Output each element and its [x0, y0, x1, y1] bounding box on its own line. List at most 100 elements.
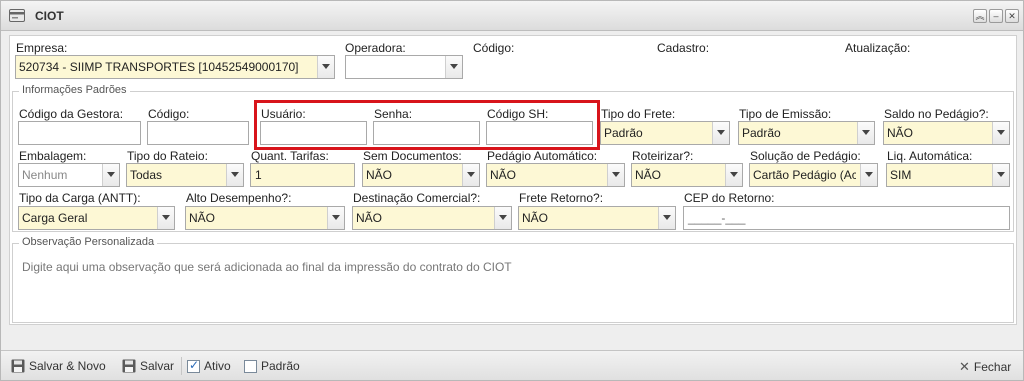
codigo-gestora-label: Código da Gestora: — [19, 107, 124, 121]
alto-desempenho-label: Alto Desempenho?: — [186, 191, 292, 205]
liq-automatica-label: Liq. Automática: — [887, 149, 973, 163]
quant-tarifas-value: 1 — [255, 168, 262, 182]
operadora-label: Operadora: — [345, 41, 406, 55]
tipo-frete-select[interactable]: Padrão — [600, 121, 730, 145]
solucao-pedagio-value: Cartão Pedágio (Ac — [753, 168, 856, 182]
tipo-emissao-value: Padrão — [742, 126, 781, 140]
sem-documentos-label: Sem Documentos: — [363, 149, 462, 163]
solucao-pedagio-label: Solução de Pedágio: — [750, 149, 861, 163]
tipo-carga-label: Tipo da Carga (ANTT): — [19, 191, 141, 205]
toolbar-divider — [181, 357, 182, 375]
roteirizar-select[interactable]: NÃO — [631, 163, 743, 187]
collapse-icon[interactable]: ︽ — [973, 9, 987, 23]
liq-automatica-select[interactable]: SIM — [886, 163, 1010, 187]
salvar-novo-label: Salvar & Novo — [29, 359, 106, 373]
cep-retorno-placeholder: _____-___ — [688, 211, 746, 225]
card-icon — [9, 9, 25, 22]
tipo-carga-value: Carga Geral — [22, 211, 88, 225]
floppy-disk-icon — [122, 359, 136, 373]
frete-retorno-value: NÃO — [522, 211, 549, 225]
quant-tarifas-label: Quant. Tarifas: — [251, 149, 329, 163]
chevron-down-icon[interactable] — [445, 56, 462, 78]
chevron-down-icon[interactable] — [857, 122, 874, 144]
cep-retorno-label: CEP do Retorno: — [684, 191, 775, 205]
solucao-pedagio-select[interactable]: Cartão Pedágio (Ac — [749, 163, 878, 187]
tipo-rateio-select[interactable]: Todas — [126, 163, 244, 187]
tipo-rateio-label: Tipo do Rateio: — [127, 149, 208, 163]
liq-automatica-value: SIM — [890, 168, 912, 182]
salvar-button[interactable]: Salvar — [122, 359, 174, 373]
roteirizar-label: Roteirizar?: — [632, 149, 694, 163]
chevron-down-icon[interactable] — [102, 164, 119, 186]
codigo-input[interactable] — [147, 121, 249, 145]
minimize-icon[interactable]: – — [989, 9, 1003, 23]
codigo-label: Código: — [148, 107, 190, 121]
empresa-select[interactable]: 520734 - SIIMP TRANSPORTES [104525490001… — [15, 55, 335, 79]
chevron-down-icon[interactable] — [157, 207, 174, 229]
chevron-down-icon[interactable] — [607, 164, 624, 186]
close-icon: ✕ — [959, 359, 970, 374]
chevron-down-icon[interactable] — [462, 164, 479, 186]
destinacao-comercial-select[interactable]: NÃO — [352, 206, 512, 230]
highlight-box — [254, 100, 600, 150]
ciot-window: CIOT ︽ – ✕ Empresa: 520734 - SIIMP TRANS… — [0, 0, 1024, 381]
destinacao-comercial-label: Destinação Comercial?: — [353, 191, 481, 205]
embalagem-value: Nenhum — [22, 168, 68, 182]
pedagio-automatico-value: NÃO — [490, 168, 517, 182]
atualizacao-label: Atualização: — [845, 41, 911, 55]
window-title: CIOT — [35, 9, 64, 23]
codigo-header-label: Código: — [473, 41, 515, 55]
saldo-pedagio-value: NÃO — [887, 126, 914, 140]
tipo-emissao-select[interactable]: Padrão — [738, 121, 875, 145]
destinacao-comercial-value: NÃO — [356, 211, 383, 225]
frete-retorno-select[interactable]: NÃO — [518, 206, 676, 230]
window-controls: ︽ – ✕ — [973, 9, 1019, 23]
ativo-label: Ativo — [204, 359, 231, 373]
salvar-novo-button[interactable]: Salvar & Novo — [11, 359, 106, 373]
tipo-rateio-value: Todas — [130, 168, 163, 182]
operadora-select[interactable] — [345, 55, 463, 79]
chevron-down-icon[interactable] — [992, 164, 1009, 186]
ativo-checkbox[interactable]: Ativo — [187, 358, 231, 373]
saldo-pedagio-select[interactable]: NÃO — [883, 121, 1010, 145]
tipo-carga-select[interactable]: Carga Geral — [18, 206, 175, 230]
pedagio-automatico-label: Pedágio Automático: — [487, 149, 598, 163]
codigo-gestora-input[interactable] — [18, 121, 141, 145]
embalagem-select[interactable]: Nenhum — [18, 163, 120, 187]
chevron-down-icon[interactable] — [860, 164, 877, 186]
observacao-textarea[interactable]: Digite aqui uma observação que será adic… — [22, 260, 512, 274]
chevron-down-icon[interactable] — [992, 122, 1009, 144]
quant-tarifas-input[interactable]: 1 — [250, 163, 355, 187]
bottom-toolbar: Salvar & Novo Salvar Ativo Padrão ✕ Fech… — [1, 350, 1023, 380]
chevron-down-icon[interactable] — [317, 56, 334, 78]
chevron-down-icon[interactable] — [725, 164, 742, 186]
form-content: Empresa: 520734 - SIIMP TRANSPORTES [104… — [9, 35, 1017, 325]
padrao-check-icon[interactable] — [244, 359, 257, 373]
close-icon[interactable]: ✕ — [1005, 9, 1019, 23]
chevron-down-icon[interactable] — [712, 122, 729, 144]
chevron-down-icon[interactable] — [658, 207, 675, 229]
empresa-value: 520734 - SIIMP TRANSPORTES [104525490001… — [19, 60, 299, 74]
chevron-down-icon[interactable] — [494, 207, 511, 229]
sem-documentos-value: NÃO — [366, 168, 393, 182]
ativo-check-icon[interactable] — [187, 358, 200, 373]
saldo-pedagio-label: Saldo no Pedágio?: — [884, 107, 989, 121]
alto-desempenho-value: NÃO — [189, 211, 216, 225]
cadastro-label: Cadastro: — [657, 41, 710, 55]
padrao-checkbox[interactable]: Padrão — [244, 359, 300, 373]
frete-retorno-label: Frete Retorno?: — [519, 191, 604, 205]
informacoes-padroes-legend: Informações Padrões — [19, 84, 130, 96]
sem-documentos-select[interactable]: NÃO — [362, 163, 480, 187]
fechar-button[interactable]: ✕ Fechar — [959, 359, 1011, 375]
pedagio-automatico-select[interactable]: NÃO — [486, 163, 625, 187]
tipo-frete-label: Tipo do Frete: — [601, 107, 676, 121]
alto-desempenho-select[interactable]: NÃO — [185, 206, 345, 230]
chevron-down-icon[interactable] — [327, 207, 344, 229]
embalagem-label: Embalagem: — [19, 149, 87, 163]
observacao-legend: Observação Personalizada — [19, 236, 158, 248]
chevron-down-icon[interactable] — [226, 164, 243, 186]
cep-retorno-input[interactable]: _____-___ — [683, 206, 1010, 230]
tipo-emissao-label: Tipo de Emissão: — [739, 107, 832, 121]
floppy-disk-icon — [11, 359, 25, 373]
observacao-fieldset: Observação Personalizada — [12, 236, 1014, 323]
